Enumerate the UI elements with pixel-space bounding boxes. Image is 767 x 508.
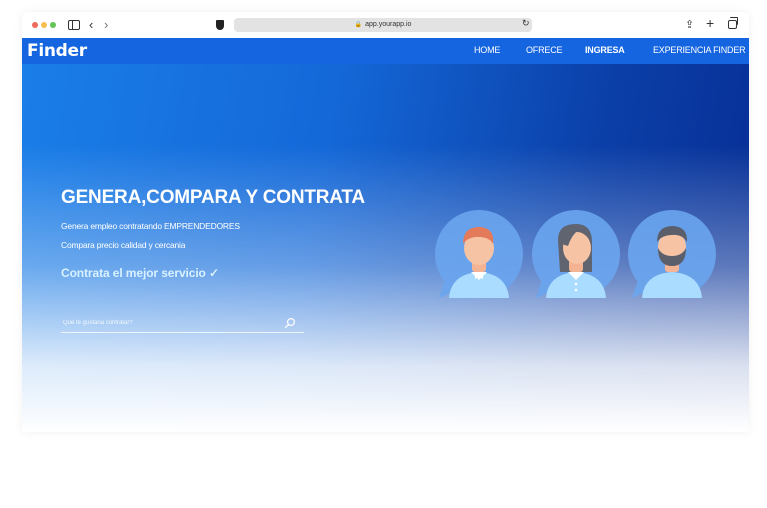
address-bar[interactable]: 🔒 app.yourapp.io	[234, 18, 532, 32]
app-header: Finder HOME OFRECE INGRESA EXPERIENCIA F…	[22, 38, 749, 64]
browser-toolbar: ‹ › 🔒 app.yourapp.io ↻ ⇪ +	[22, 12, 749, 38]
reload-icon[interactable]: ↻	[522, 18, 530, 29]
share-icon[interactable]: ⇪	[685, 17, 694, 33]
forward-icon[interactable]: ›	[104, 17, 108, 33]
nav-ofrece-link[interactable]: OFRECE	[526, 45, 563, 55]
hero-cta-text[interactable]: Contrata el mejor servicio ✓	[61, 266, 219, 280]
close-window-icon[interactable]	[32, 22, 38, 28]
avatar-man-icon	[435, 210, 523, 298]
nav-experiencia-finder-link[interactable]: EXPERIENCIA FINDER	[653, 45, 746, 55]
finder-logo[interactable]: Finder	[27, 41, 87, 61]
lock-icon: 🔒	[354, 22, 363, 28]
avatar-bearded-man-icon	[628, 210, 716, 298]
url-text: app.yourapp.io	[365, 21, 412, 28]
nav-ingresa-link[interactable]: INGRESA	[585, 45, 625, 55]
search-bar	[61, 313, 304, 333]
browser-window: ‹ › 🔒 app.yourapp.io ↻ ⇪ + Finder HOME OF…	[22, 12, 749, 432]
search-input[interactable]	[63, 317, 278, 329]
tabs-overview-icon[interactable]	[728, 17, 738, 29]
shield-icon[interactable]	[216, 20, 224, 30]
zoom-window-icon[interactable]	[50, 22, 56, 28]
hero-title: GENERA,COMPARA Y CONTRATA	[61, 187, 365, 208]
minimize-window-icon[interactable]	[41, 22, 47, 28]
nav-home-link[interactable]: HOME	[474, 45, 500, 55]
search-icon[interactable]	[284, 317, 296, 329]
new-tab-icon[interactable]: +	[706, 15, 714, 31]
hero-subtitle-employment: Genera empleo contratando EMPRENDEDORES	[61, 221, 240, 231]
back-icon[interactable]: ‹	[89, 17, 93, 33]
hero-subtitle-compare: Compara precio calidad y cercania	[61, 240, 186, 250]
hero-section: GENERA,COMPARA Y CONTRATA Genera empleo …	[22, 64, 749, 432]
avatar-woman-icon	[532, 210, 620, 298]
sidebar-icon[interactable]	[68, 20, 80, 30]
